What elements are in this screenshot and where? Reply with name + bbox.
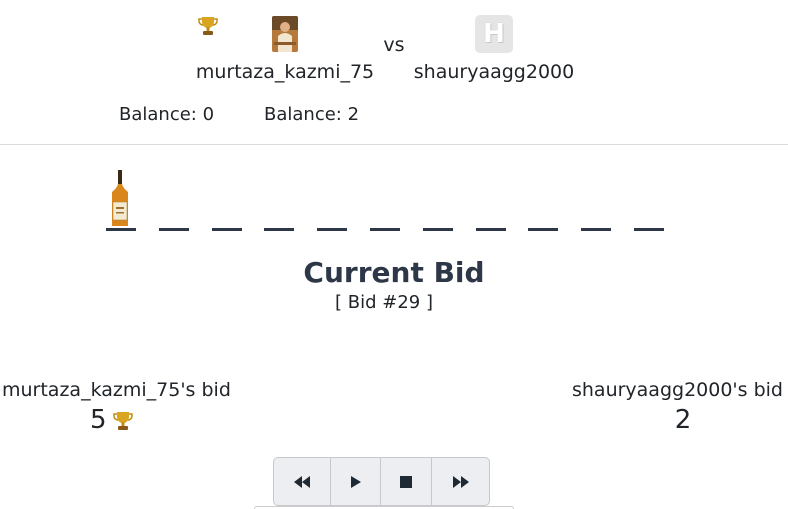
player1-avatar [272,16,298,52]
player2-balance: Balance: 2 [264,104,360,125]
letter-slot [370,228,400,231]
letter-slot [423,228,453,231]
player1-name: murtaza_kazmi_75 [195,61,375,83]
stop-button[interactable] [381,458,432,505]
player1-balance: Balance: 0 [119,104,215,125]
player2-bid-value: 2 [674,405,692,435]
letter-slot [476,228,506,231]
trophy-icon [113,412,133,430]
player2-name: shauryaagg2000 [413,61,575,83]
player2-avatar: H [475,15,513,53]
rewind-icon [294,475,310,488]
player2-bid-label: shauryaagg2000's bid [571,379,783,401]
letter-slot [106,228,136,231]
fast-forward-button[interactable] [432,458,489,505]
player1-bid-value: 5 [90,405,107,435]
rewind-button[interactable] [274,458,331,505]
playback-controls [273,457,490,506]
letter-slot [264,228,294,231]
play-button[interactable] [331,458,381,505]
stop-icon [400,475,412,488]
letter-slot [212,228,242,231]
letter-slot [634,228,664,231]
letter-slot [317,228,347,231]
letter-slot [528,228,558,231]
versus-label: vs [383,34,405,56]
trophy-icon [198,17,218,35]
letter-slot [159,228,189,231]
whisky-bottle-icon [112,170,128,226]
play-icon [350,475,361,488]
player1-bid-label: murtaza_kazmi_75's bid [2,379,231,401]
letter-slot [581,228,611,231]
bid-number: [ Bid #29 ] [335,292,433,313]
fast-forward-icon [452,475,469,488]
current-bid-title: Current Bid [303,256,485,289]
header-divider [0,144,788,145]
game-screen: vs H murtaza_kazmi_75 shauryaagg2000 Bal… [0,0,788,509]
avatar-letter: H [483,19,505,49]
